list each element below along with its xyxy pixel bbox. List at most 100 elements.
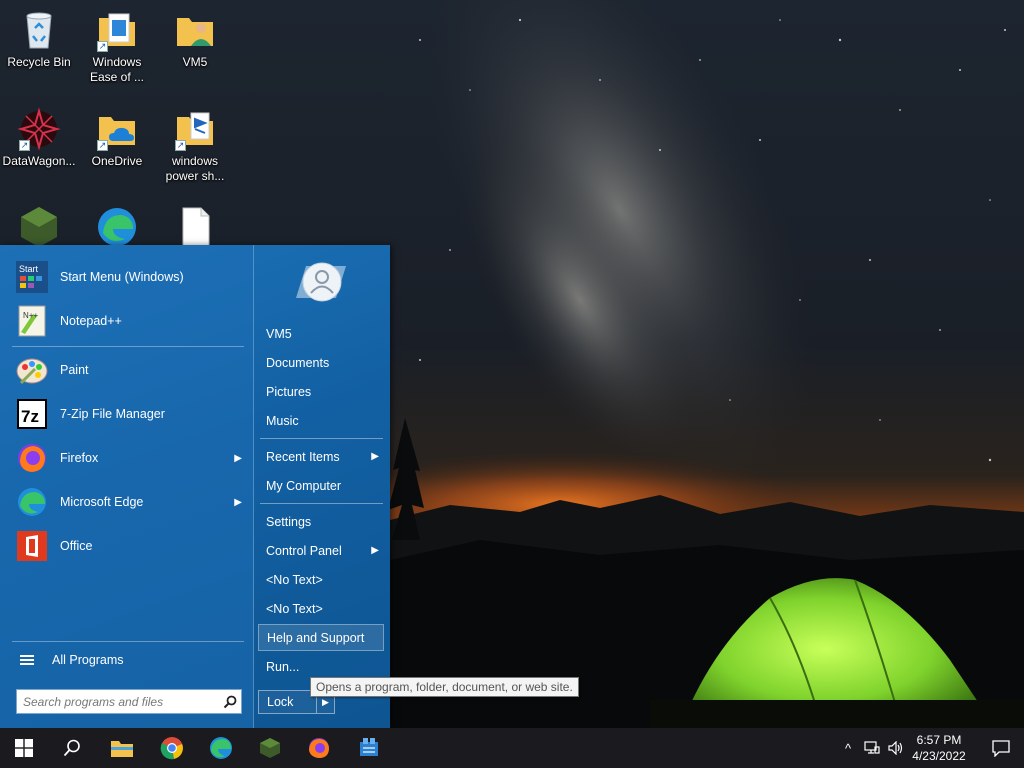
desktop-icon-recycle-bin[interactable]: Recycle Bin [0, 8, 78, 70]
search-icon[interactable] [219, 691, 241, 713]
start-right-item-recent-items[interactable]: Recent Items ▶ [258, 443, 384, 470]
program-item-start-menu[interactable]: Start Start Menu (Windows) [10, 257, 248, 297]
start-menu-app-icon: Start [14, 259, 50, 295]
start-right-item-vm5[interactable]: VM5 [258, 320, 384, 347]
programs-separator [12, 346, 244, 347]
office-icon [14, 528, 50, 564]
start-icon-text: Start [19, 264, 39, 274]
start-menu: Start Start Menu (Windows) N++ Notepad++… [0, 245, 390, 728]
start-right-item-documents[interactable]: Documents [258, 349, 384, 376]
firefox-icon [309, 738, 329, 758]
taskbar-file-explorer[interactable] [98, 728, 146, 768]
notepadpp-icon-text: N++ [23, 311, 38, 320]
all-programs-button[interactable]: All Programs [14, 649, 244, 671]
start-right-item-run[interactable]: Run... [258, 653, 384, 680]
program-label: Paint [60, 363, 89, 377]
right-item-label: <No Text> [266, 572, 323, 587]
sevenzip-icon-text: 7z [21, 407, 39, 426]
onedrive-folder-icon [95, 107, 139, 151]
taskbar-search-button[interactable] [48, 728, 96, 768]
all-programs-separator [12, 641, 244, 642]
desktop-icon-datawagon[interactable]: DataWagon... [0, 107, 78, 169]
network-icon[interactable] [860, 728, 884, 768]
right-item-label: Documents [266, 355, 330, 370]
desktop-icon-vm5[interactable]: VM5 [156, 8, 234, 70]
windows-start-icon [15, 739, 33, 757]
right-item-label: Music [266, 413, 299, 428]
submenu-arrow-icon: ▶ [234, 452, 242, 464]
chrome-icon [160, 737, 183, 760]
start-right-item-settings[interactable]: Settings [258, 508, 384, 535]
taskbar-minecraft[interactable] [246, 728, 294, 768]
taskbar: ^ 6:57 PM 4/23/2022 [0, 728, 1024, 768]
taskbar-firefox[interactable] [295, 728, 343, 768]
blank-file-icon [173, 205, 217, 249]
program-item-firefox[interactable]: Firefox ▶ [10, 438, 248, 478]
start-right-item-my-computer[interactable]: My Computer [258, 472, 384, 499]
program-label: Office [60, 539, 93, 553]
start-right-item-control-panel[interactable]: Control Panel ▶ [258, 537, 384, 564]
start-right-item-pictures[interactable]: Pictures [258, 378, 384, 405]
program-item-7zip[interactable]: 7z 7-Zip File Manager [10, 394, 248, 434]
desktop-icon-onedrive[interactable]: OneDrive [78, 107, 156, 169]
lock-label: Lock [267, 695, 294, 709]
right-item-label: VM5 [266, 326, 292, 341]
start-right-item-no-text-1[interactable]: <No Text> [258, 566, 384, 593]
submenu-arrow-icon: ▶ [371, 545, 379, 556]
program-item-edge[interactable]: Microsoft Edge ▶ [10, 482, 248, 522]
datawagon-icon [360, 738, 378, 756]
desktop-icon-label: DataWagon... [2, 154, 76, 168]
right-item-label: Pictures [266, 384, 312, 399]
start-button[interactable] [0, 728, 48, 768]
notification-center-button[interactable] [978, 728, 1024, 768]
clock-date: 4/23/2022 [912, 749, 966, 763]
desktop-icon-label: windows power sh... [165, 154, 225, 183]
start-right-item-no-text-2[interactable]: <No Text> [258, 595, 384, 622]
sevenzip-icon: 7z [14, 396, 50, 432]
user-avatar[interactable] [292, 258, 350, 306]
right-item-label: Recent Items [266, 449, 340, 464]
edge-icon [210, 737, 232, 759]
taskbar-datawagon[interactable] [345, 728, 393, 768]
clock-time: 6:57 PM [916, 733, 962, 747]
taskbar-edge[interactable] [197, 728, 245, 768]
desktop-icon-windows-ease[interactable]: Windows Ease of ... [78, 8, 156, 85]
notepadpp-icon: N++ [14, 303, 50, 339]
list-icon [20, 653, 34, 667]
start-menu-programs-pane: Start Start Menu (Windows) N++ Notepad++… [0, 245, 254, 728]
start-right-item-music[interactable]: Music [258, 407, 384, 434]
start-right-item-help-and-support[interactable]: Help and Support [258, 624, 384, 651]
program-label: Microsoft Edge [60, 495, 144, 509]
system-tray: ^ [836, 728, 908, 768]
desktop-icon-powershell[interactable]: windows power sh... [156, 107, 234, 184]
folder-shortcut-icon [95, 8, 139, 52]
right-item-label: Control Panel [266, 543, 342, 558]
program-label: Start Menu (Windows) [60, 270, 184, 284]
show-hidden-icons-chevron-icon[interactable]: ^ [836, 728, 860, 768]
all-programs-label: All Programs [52, 653, 124, 667]
program-item-notepadpp[interactable]: N++ Notepad++ [10, 301, 248, 341]
edge-icon [95, 205, 139, 249]
search-input[interactable] [23, 691, 219, 712]
program-label: 7-Zip File Manager [60, 407, 165, 421]
shortcut-arrow-icon [175, 140, 186, 151]
search-icon [63, 739, 80, 757]
submenu-arrow-icon: ▶ [371, 451, 379, 462]
minecraft-icon [17, 205, 61, 249]
volume-icon[interactable] [884, 728, 908, 768]
run-tooltip: Opens a program, folder, document, or we… [310, 677, 579, 697]
edge-icon [14, 484, 50, 520]
desktop-icon-label: OneDrive [91, 154, 143, 168]
program-item-paint[interactable]: Paint [10, 350, 248, 390]
right-separator [260, 438, 383, 439]
right-item-label: Run... [266, 659, 300, 674]
recycle-bin-icon [17, 8, 61, 52]
right-item-label: <No Text> [266, 601, 323, 616]
program-item-office[interactable]: Office [10, 526, 248, 566]
desktop-icon-label: VM5 [182, 55, 208, 69]
datawagon-icon [17, 107, 61, 151]
firefox-icon [14, 440, 50, 476]
submenu-arrow-icon: ▶ [234, 496, 242, 508]
taskbar-chrome[interactable] [148, 728, 196, 768]
taskbar-clock[interactable]: 6:57 PM 4/23/2022 [906, 728, 972, 768]
